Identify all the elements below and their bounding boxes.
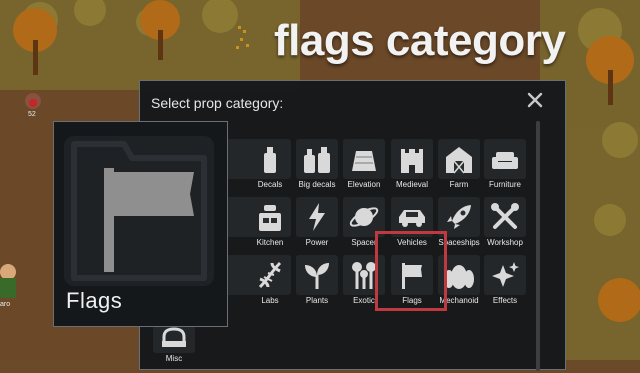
category-label: Effects [492, 296, 518, 305]
spray-can-icon [264, 147, 276, 173]
category-mechanoid[interactable]: Mechanoid [435, 255, 483, 315]
category-kitchen[interactable]: Kitchen [246, 197, 294, 257]
category-tile [391, 139, 433, 179]
category-tile [343, 255, 385, 295]
category-tile [249, 139, 291, 179]
dialog-title: Select prop category: [151, 95, 284, 111]
category-tile [343, 197, 385, 237]
category-preview-panel: Flags [53, 121, 228, 327]
car-icon [399, 210, 425, 227]
category-spaceships[interactable]: Spaceships [435, 197, 483, 257]
castle-icon [401, 149, 423, 173]
category-tile [438, 255, 480, 295]
flag-icon [71, 141, 207, 281]
scrollbar[interactable] [536, 121, 540, 371]
category-tile [438, 197, 480, 237]
category-tile [484, 139, 526, 179]
category-tile [249, 197, 291, 237]
overlay-title: flags category [274, 16, 566, 65]
category-label: Misc [165, 354, 183, 363]
dna-icon [258, 261, 282, 289]
pawn-name-label: aro [0, 301, 11, 308]
category-spacer[interactable]: Spacer [340, 197, 388, 257]
category-elevation[interactable]: Elevation [340, 139, 388, 199]
flag-icon [402, 263, 422, 289]
category-labs[interactable]: Labs [246, 255, 294, 315]
elevation-icon [352, 151, 376, 171]
sofa-icon [492, 152, 518, 169]
planet-icon [349, 207, 379, 227]
stack-count-label: 52 [28, 111, 36, 118]
rocket-icon [447, 205, 471, 229]
category-tile [343, 139, 385, 179]
category-decals[interactable]: Decals [246, 139, 294, 199]
category-medieval[interactable]: Medieval [388, 139, 436, 199]
category-workshop[interactable]: Workshop [481, 197, 529, 257]
category-vehicles[interactable]: Vehicles [388, 197, 436, 257]
category-label: Furniture [488, 180, 521, 189]
preview-tile [64, 136, 214, 286]
category-tile [296, 139, 338, 179]
lightning-icon [309, 203, 325, 231]
stove-icon [259, 205, 281, 231]
sprout-icon [305, 263, 329, 289]
close-icon [527, 92, 543, 108]
category-tile [484, 197, 526, 237]
category-effects[interactable]: Effects [481, 255, 529, 315]
category-tile [438, 139, 480, 179]
spray-cans-icon [304, 147, 330, 173]
category-tile [249, 255, 291, 295]
category-tile [391, 255, 433, 295]
category-tile [391, 197, 433, 237]
barn-icon [446, 147, 472, 174]
category-big-decals[interactable]: Big decals [293, 139, 341, 199]
sparkle-icon [492, 262, 519, 287]
category-power[interactable]: Power [293, 197, 341, 257]
category-flags[interactable]: Flags [388, 255, 436, 315]
preview-label: Flags [66, 288, 123, 313]
category-exotic[interactable]: Exotic [340, 255, 388, 315]
category-plants[interactable]: Plants [293, 255, 341, 315]
category-tile [484, 255, 526, 295]
category-farm[interactable]: Farm [435, 139, 483, 199]
close-button[interactable] [526, 91, 544, 109]
mechanoid-icon [444, 265, 474, 289]
category-furniture[interactable]: Furniture [481, 139, 529, 199]
category-tile [296, 197, 338, 237]
tools-icon [491, 203, 519, 229]
exotic-plant-icon [352, 262, 376, 289]
category-tile [296, 255, 338, 295]
category-label: Workshop [487, 238, 523, 247]
